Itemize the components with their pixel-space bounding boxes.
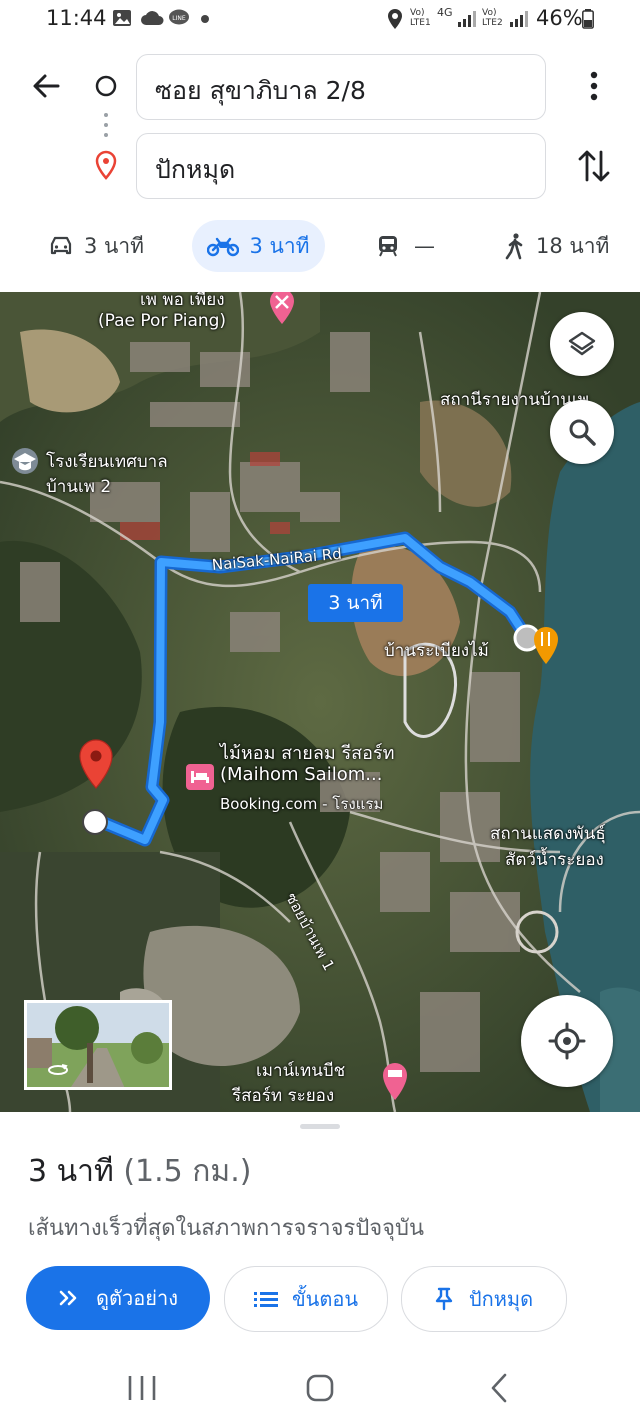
battery-icon [582,9,594,29]
route-summary: 3 นาที (1.5 กม.) [28,1148,251,1195]
destination-text: ปักหมุด [155,155,236,184]
car-icon [50,236,72,255]
mode-transit-label: — [414,234,435,258]
origin-input[interactable]: ซอย สุขาภิบาล 2/8 [136,54,546,120]
swap-button[interactable] [576,146,612,186]
route-summary-time: 3 นาที [28,1154,114,1189]
map-label-resort-3: Booking.com - โรงแรม [220,795,384,813]
map-view[interactable]: เพ พอ เพียง (Pae Por Piang) สถานีรายงานบ… [0,292,640,1112]
battery-percent: 46% [536,6,583,30]
lte2-label: Vo) LTE2 [482,8,503,28]
pushpin-icon [435,1287,453,1311]
steps-button[interactable]: ขั้นตอน [224,1266,388,1332]
signal-2-icon [510,11,528,27]
route-summary-distance: (1.5 กม.) [123,1154,252,1189]
map-label-school-2: บ้านเพ 2 [46,477,112,497]
map-label-mountain-2: รีสอร์ท ระยอง [232,1086,335,1106]
preview-button[interactable]: ดูตัวอย่าง [26,1266,210,1330]
more-vert-icon [590,71,598,101]
bed-icon [191,771,209,783]
map-label-restaurant: บ้านระเบียงไม้ [384,641,489,661]
home-icon [306,1374,334,1402]
system-back-button[interactable] [482,1370,518,1406]
layers-button[interactable] [550,312,614,376]
mode-transit-tab[interactable]: — [376,220,435,272]
pin-button-label: ปักหมุด [468,1287,534,1311]
map-label-cafe-th: เพ พอ เพียง [140,292,225,310]
map-label-aquarium-2: สัตว์น้ำระยอง [505,850,604,870]
steps-button-label: ขั้นตอน [291,1287,358,1311]
train-icon [379,236,397,257]
map-label-mountain-1: เมาน์เทนบีช [256,1061,346,1081]
hotel-icon[interactable] [186,764,214,790]
route-subtitle: เส้นทางเร็วที่สุดในสภาพการจราจรปัจจุบัน [28,1216,425,1241]
route-time-badge[interactable]: 3 นาที [308,584,403,622]
mode-walk-label: 18 นาที [536,233,610,258]
mode-car-tab[interactable]: 3 นาที [48,220,144,272]
mode-car-label: 3 นาที [84,233,145,258]
satellite-map [0,292,640,1112]
recent-apps-icon [128,1376,156,1400]
origin-circle-icon [95,75,117,97]
location-icon [388,9,402,29]
drag-handle[interactable] [300,1124,340,1129]
status-time: 11:44 [46,6,107,30]
swap-vert-icon [578,150,610,182]
home-button[interactable] [300,1368,340,1408]
my-location-button[interactable] [521,995,613,1087]
chevron-left-icon [491,1373,507,1403]
pin-button[interactable]: ปักหมุด [401,1266,567,1332]
route-dots-icon [104,113,108,137]
walking-icon [505,233,523,260]
map-label-cafe-en: (Pae Por Piang) [98,311,227,331]
network-type: 4G [437,6,453,19]
map-label-school-1: โรงเรียนเทศบาล [46,452,168,472]
list-icon [253,1292,278,1307]
destination-pin-icon [95,150,117,180]
svg-text:LINE: LINE [172,15,186,22]
preview-button-label: ดูตัวอย่าง [96,1286,178,1310]
image-notification-icon [113,10,131,26]
motorcycle-icon [207,237,240,257]
cloud-icon [141,11,164,25]
mode-motorcycle-label: 3 นาที [249,233,310,258]
back-arrow-icon [33,74,60,98]
destination-input[interactable]: ปักหมุด [136,133,546,199]
layers-icon [568,331,596,356]
status-bar: 11:44 LINE Vo) LTE1 4G Vo) LTE2 46% [0,0,640,40]
map-label-resort-1: ไม้หอม สายลม รีสอร์ท [220,743,395,764]
search-icon [569,419,596,446]
street-view-thumbnail[interactable] [24,1000,172,1090]
signal-1-icon [458,11,476,27]
360-view-icon [48,1064,68,1075]
mode-walk-tab[interactable]: 18 นาที [504,220,609,272]
more-options-button[interactable] [578,66,610,106]
more-notifications-dot-icon [201,15,209,23]
mode-motorcycle-tab[interactable]: 3 นาที [192,220,325,272]
search-map-button[interactable] [550,400,614,464]
crosshair-icon [548,1022,586,1060]
back-button[interactable] [28,68,64,104]
lte1-label: Vo) LTE1 [410,8,431,28]
origin-text: ซอย สุขาภิบาล 2/8 [155,76,366,105]
double-chevron-icon [59,1290,77,1306]
line-app-icon: LINE [169,9,189,25]
recent-apps-button[interactable] [122,1370,162,1406]
map-label-aquarium-1: สถานแสดงพันธุ์ [490,824,606,844]
map-label-resort-2: (Maihom Sailom... [220,764,383,785]
